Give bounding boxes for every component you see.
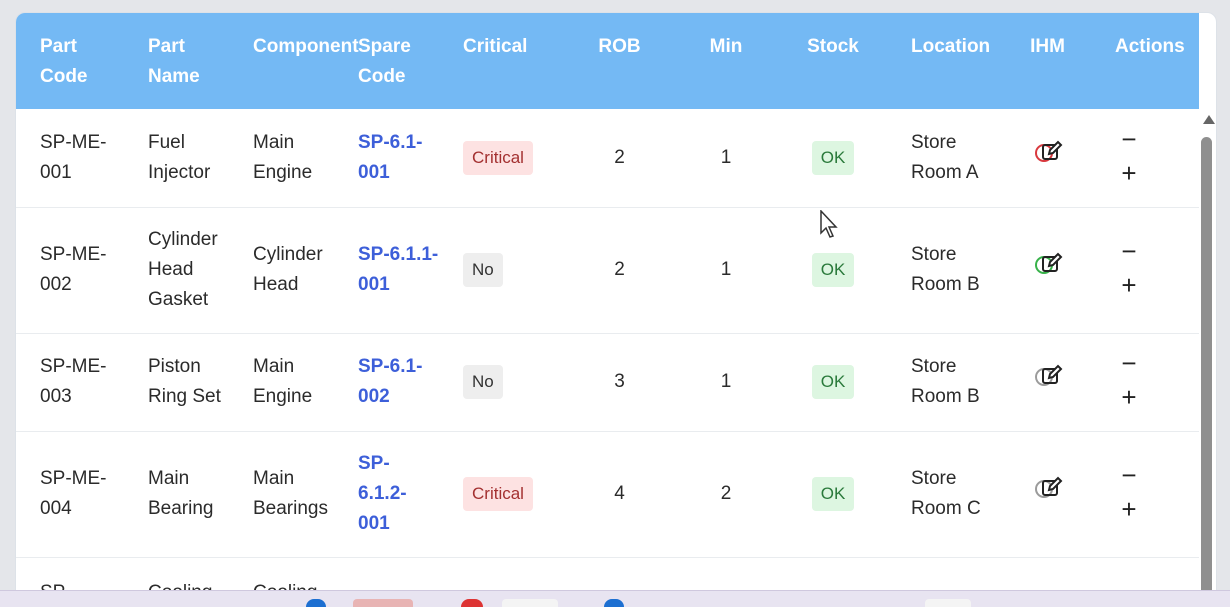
cell-critical: No xyxy=(439,207,566,333)
scroll-up-arrow-icon[interactable] xyxy=(1203,115,1215,124)
header-rob[interactable]: ROB xyxy=(566,13,673,109)
stock-badge: OK xyxy=(811,253,855,287)
table-row[interactable]: SP-ME-002 Cylinder Head Gasket Cylinder … xyxy=(16,207,1199,333)
cell-min: 1 xyxy=(720,259,732,280)
table-row[interactable]: SP-ME-004 Main Bearing Main Bearings SP-… xyxy=(16,431,1199,557)
spare-code-link[interactable]: SP-6.1-001 xyxy=(334,109,439,207)
header-ihm[interactable]: IHM xyxy=(994,13,1101,109)
cell-stock: OK xyxy=(779,431,887,557)
cell-stock: OK xyxy=(779,109,887,207)
cell-ihm xyxy=(994,431,1101,557)
cell-part-name: Piston Ring Set xyxy=(148,356,221,407)
cell-part-name: Cylinder Head Gasket xyxy=(148,229,218,310)
cell-component: Cylinder Head xyxy=(253,244,323,295)
header-stock[interactable]: Stock xyxy=(779,13,887,109)
cell-component: Main Bearings xyxy=(253,468,328,519)
cell-part-code: SP-ME-001 xyxy=(40,131,107,183)
increase-button[interactable]: + xyxy=(1109,158,1149,188)
header-part-code[interactable]: Part Code xyxy=(16,13,124,109)
header-part-name[interactable]: Part Name xyxy=(124,13,229,109)
cell-part-code: SP-ME-002 xyxy=(40,244,107,295)
cell-component: Main Engine xyxy=(253,356,313,407)
header-critical[interactable]: Critical xyxy=(439,13,566,109)
cell-actions: −+ xyxy=(1101,333,1199,431)
cell-rob: 4 xyxy=(614,483,625,504)
cell-rob: 2 xyxy=(614,259,625,280)
ihm-edit-button[interactable] xyxy=(1033,364,1063,390)
edit-icon xyxy=(1041,364,1062,384)
header-actions: Actions xyxy=(1115,36,1185,57)
spare-code-link[interactable]: SP-6.1.1-001 xyxy=(334,207,439,333)
cell-location: Store Room C xyxy=(911,468,981,519)
cell-min: 2 xyxy=(720,483,732,504)
critical-badge: No xyxy=(463,365,503,399)
cell-location: Store Room B xyxy=(911,356,980,407)
cell-location: Store Room B xyxy=(911,244,980,295)
cell-component: Main Engine xyxy=(253,131,313,183)
table-row[interactable]: SP-ME-001 Fuel Injector Main Engine SP-6… xyxy=(16,109,1199,207)
increase-button[interactable]: + xyxy=(1109,494,1149,524)
ihm-edit-button[interactable] xyxy=(1033,252,1063,278)
stock-badge: OK xyxy=(811,140,855,175)
cell-critical: Critical xyxy=(439,109,566,207)
header-location[interactable]: Location xyxy=(887,13,994,109)
vertical-scrollbar[interactable] xyxy=(1199,110,1216,603)
critical-badge: Critical xyxy=(463,140,533,175)
cell-location: Store Room A xyxy=(911,131,979,183)
cell-actions: −+ xyxy=(1101,109,1199,207)
ihm-edit-button[interactable] xyxy=(1033,140,1063,166)
cell-ihm xyxy=(994,333,1101,431)
cell-min: 1 xyxy=(720,146,732,168)
spare-code-link[interactable]: SP-6.1.2-001 xyxy=(334,431,439,557)
cell-actions: −+ xyxy=(1101,431,1199,557)
decrease-button[interactable]: − xyxy=(1109,348,1149,378)
edit-icon xyxy=(1041,476,1062,496)
decrease-button[interactable]: − xyxy=(1109,124,1149,154)
cell-ihm xyxy=(994,207,1101,333)
spare-parts-table: Part Code Part Name Component Spare Code… xyxy=(16,13,1199,603)
table-header: Part Code Part Name Component Spare Code… xyxy=(16,13,1199,109)
cell-min: 1 xyxy=(720,371,732,392)
edit-icon xyxy=(1041,252,1062,272)
cell-part-code: SP-ME-003 xyxy=(40,356,107,407)
spare-parts-card: Part Code Part Name Component Spare Code… xyxy=(15,12,1217,604)
critical-badge: Critical xyxy=(463,477,533,511)
cell-stock: OK xyxy=(779,333,887,431)
spare-code-link[interactable]: SP-6.1-002 xyxy=(334,333,439,431)
increase-button[interactable]: + xyxy=(1109,270,1149,300)
cell-rob: 3 xyxy=(614,371,625,392)
table-row[interactable]: SP-ME-003 Piston Ring Set Main Engine SP… xyxy=(16,333,1199,431)
taskbar xyxy=(0,590,1230,607)
stock-badge: OK xyxy=(811,477,855,511)
decrease-button[interactable]: − xyxy=(1109,236,1149,266)
header-component[interactable]: Component xyxy=(229,13,359,109)
cell-actions: −+ xyxy=(1101,207,1199,333)
cell-rob: 2 xyxy=(614,146,625,168)
cell-part-code: SP-ME-004 xyxy=(40,468,107,519)
increase-button[interactable]: + xyxy=(1109,382,1149,412)
cell-part-name: Fuel Injector xyxy=(148,131,211,183)
scroll-thumb[interactable] xyxy=(1201,137,1212,603)
stock-badge: OK xyxy=(811,365,855,399)
decrease-button[interactable]: − xyxy=(1109,460,1149,490)
cell-ihm xyxy=(994,109,1101,207)
header-min[interactable]: Min xyxy=(673,13,779,109)
cell-critical: No xyxy=(439,333,566,431)
edit-icon xyxy=(1041,140,1062,160)
mouse-pointer-icon xyxy=(820,210,838,238)
cell-part-name: Main Bearing xyxy=(148,468,214,519)
ihm-edit-button[interactable] xyxy=(1033,476,1063,502)
cell-critical: Critical xyxy=(439,431,566,557)
critical-badge: No xyxy=(463,253,503,287)
